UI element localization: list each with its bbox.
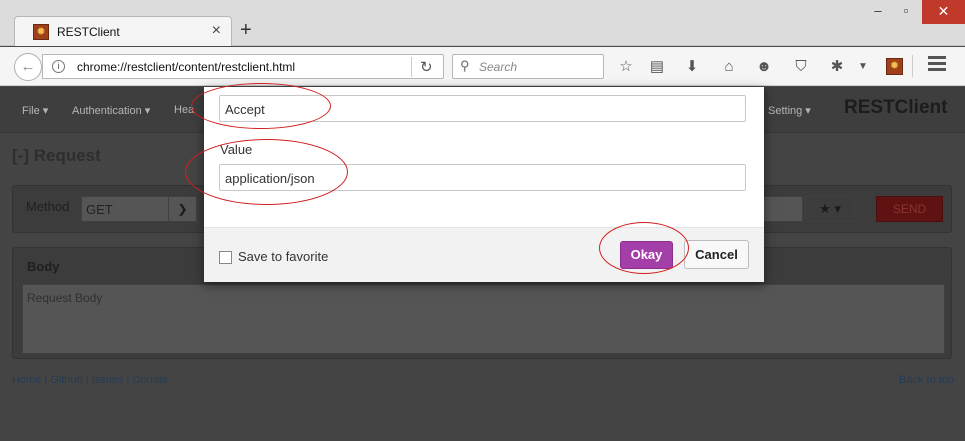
request-body-input[interactable]: Request Body [22,284,945,354]
menu-icon[interactable] [928,56,946,76]
send-button[interactable]: SEND [876,196,943,222]
home-icon[interactable]: ⌂ [718,56,740,78]
body-title: Body [27,259,60,274]
modal-body: Accept Value application/json [204,87,764,227]
browser-titlebar: ✹ RESTClient × + – ▫ ✕ [0,0,965,46]
back-to-top-link[interactable]: Back to top [899,374,954,386]
download-icon[interactable]: ⬇ [681,56,703,78]
header-name-value: Accept [225,102,265,117]
method-value: GET [86,202,113,217]
toolbar-divider [912,55,913,77]
nav-headers[interactable]: Hea [174,104,194,116]
search-input[interactable]: ⚲ Search [452,54,604,79]
star-icon: ★ [819,201,831,216]
restclient-icon[interactable]: ✹ [886,58,903,75]
footer-links[interactable]: Home | Github | Issues | Donate [12,374,168,386]
browser-tab[interactable]: ✹ RESTClient × [14,16,232,46]
search-icon: ⚲ [460,58,470,73]
close-window-button[interactable]: ✕ [922,0,965,24]
maximize-button[interactable]: ▫ [892,0,920,24]
okay-button[interactable]: Okay [620,241,673,269]
bug-icon[interactable]: ✱ [826,56,848,78]
nav-setting[interactable]: Setting ▾ [768,104,811,117]
request-title[interactable]: [-] Request [12,146,101,166]
cancel-button[interactable]: Cancel [684,240,749,269]
header-value-input[interactable]: application/json [219,164,746,191]
method-label: Method [26,199,70,214]
search-placeholder: Search [479,60,518,74]
reload-icon[interactable]: ↻ [420,58,433,76]
minimize-button[interactable]: – [864,0,892,24]
url-divider [411,57,412,77]
info-icon[interactable]: i [52,60,65,73]
save-favorite-label[interactable]: Save to favorite [238,249,328,264]
add-header-modal: Accept Value application/json Save to fa… [204,87,764,282]
tab-title: RESTClient [57,25,120,39]
nav-file[interactable]: File ▾ [22,104,48,117]
smiley-icon[interactable]: ☻ [753,56,775,78]
nav-authentication[interactable]: Authentication ▾ [72,104,150,117]
favorite-url-button[interactable]: ★ ▾ [805,196,855,222]
back-button[interactable]: ← [14,53,42,81]
method-select[interactable]: GET ❯ [81,196,197,222]
value-label: Value [220,142,253,157]
reading-list-icon[interactable]: ▤ [646,56,668,78]
request-url-input[interactable] [763,196,803,222]
url-text: chrome://restclient/content/restclient.h… [77,60,296,74]
save-favorite-checkbox[interactable] [219,251,232,264]
header-value-value: application/json [225,171,315,186]
dropdown-icon[interactable]: ▼ [852,56,874,78]
chevron-down-icon: ❯ [168,197,196,221]
pocket-icon[interactable]: ⛉ [790,56,812,78]
url-bar[interactable]: i chrome://restclient/content/restclient… [42,54,444,79]
request-body-placeholder: Request Body [27,291,103,305]
restclient-favicon-icon: ✹ [33,24,49,40]
new-tab-button[interactable]: + [240,20,252,40]
star-icon[interactable]: ☆ [615,56,637,78]
chevron-down-icon: ▾ [834,201,841,216]
modal-footer: Save to favorite Okay Cancel [204,227,764,282]
header-name-input[interactable]: Accept [219,95,746,122]
tab-close-icon[interactable]: × [212,22,221,40]
browser-navbar: ← i chrome://restclient/content/restclie… [0,47,965,86]
back-arrow-icon: ← [20,58,36,75]
app-brand: RESTClient [844,97,948,118]
